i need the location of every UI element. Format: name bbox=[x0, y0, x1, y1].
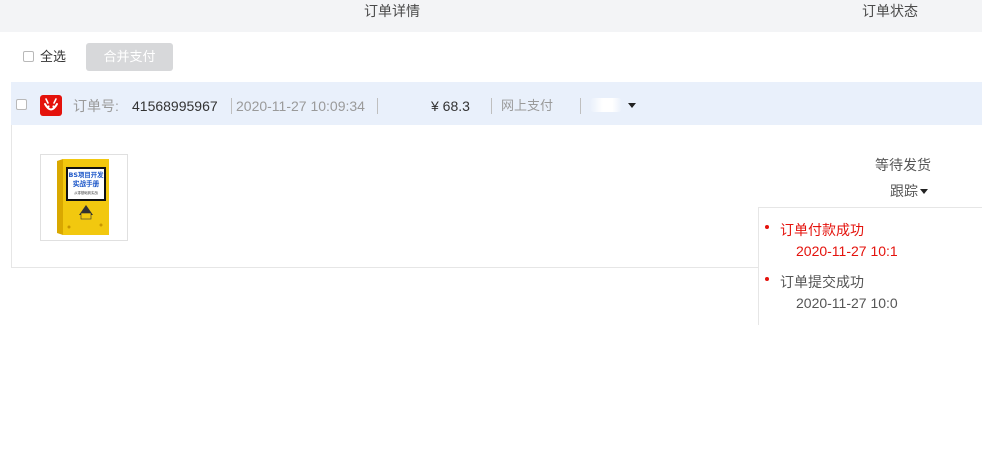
timeline-dot bbox=[765, 277, 769, 281]
select-all-checkbox[interactable] bbox=[23, 51, 34, 62]
divider bbox=[377, 98, 378, 114]
order-amount: ¥ 68.3 bbox=[431, 98, 470, 114]
table-header bbox=[0, 0, 982, 32]
tracking-event-time: 2020-11-27 10:1 bbox=[796, 243, 898, 259]
order-time: 2020-11-27 10:09:34 bbox=[236, 98, 365, 114]
timeline-dot bbox=[765, 225, 769, 229]
order-select-checkbox[interactable] bbox=[16, 99, 27, 110]
divider bbox=[491, 98, 492, 114]
order-number-label: 订单号: bbox=[73, 98, 119, 114]
book-cover-image: BS项目开发 实战手册 从零基础到实战 bbox=[41, 155, 127, 240]
caret-down-icon[interactable] bbox=[920, 189, 928, 194]
tracking-event-time: 2020-11-27 10:0 bbox=[796, 295, 898, 311]
select-all-label[interactable]: 全选 bbox=[40, 48, 66, 66]
column-header-order-status: 订单状态 bbox=[862, 3, 918, 19]
track-link[interactable]: 跟踪 bbox=[890, 182, 918, 200]
tracking-event-title: 订单付款成功 bbox=[780, 222, 864, 238]
merge-pay-button[interactable]: 合并支付 bbox=[86, 43, 173, 71]
product-thumbnail[interactable]: BS项目开发 实战手册 从零基础到实战 bbox=[40, 154, 128, 241]
cover-title: BS项目开发 bbox=[68, 170, 104, 179]
caret-down-icon[interactable] bbox=[628, 103, 636, 108]
divider bbox=[231, 98, 232, 114]
jd-shop-icon[interactable] bbox=[40, 95, 62, 116]
order-number[interactable]: 41568995967 bbox=[132, 96, 218, 116]
order-status: 等待发货 bbox=[875, 157, 931, 173]
divider bbox=[580, 98, 581, 114]
column-header-order-detail: 订单详情 bbox=[364, 3, 420, 19]
cover-tag: 从零基础到实战 bbox=[74, 190, 98, 195]
cover-subtitle: 实战手册 bbox=[73, 179, 100, 188]
consignee-name-blurred[interactable] bbox=[590, 98, 622, 112]
payment-method: 网上支付 bbox=[501, 98, 554, 113]
tracking-event-title: 订单提交成功 bbox=[780, 274, 864, 290]
